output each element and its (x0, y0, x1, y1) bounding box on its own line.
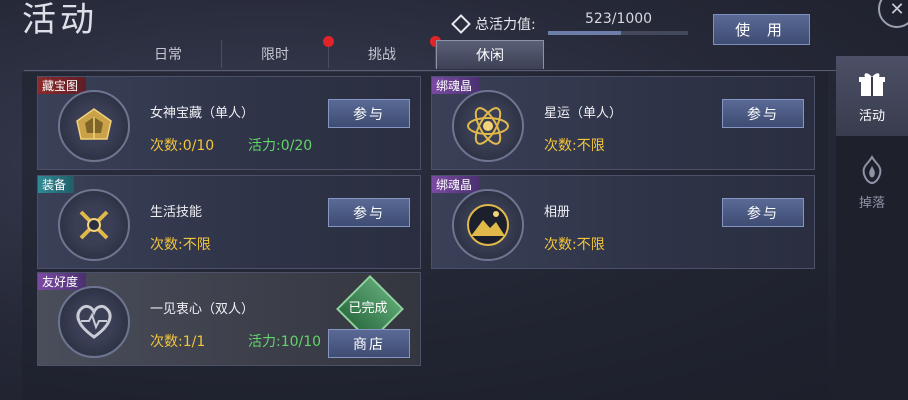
activity-tag: 藏宝图 (38, 77, 87, 94)
shop-button[interactable]: 商店 (328, 329, 410, 358)
crossed-tools-icon (79, 210, 109, 240)
side-nav-label: 活动 (858, 108, 885, 124)
activity-icon-ring (452, 90, 524, 162)
tab-bar: 日常 限时 挑战 休闲 (115, 36, 544, 70)
activity-tag: 友好度 (38, 273, 87, 290)
heart-icon (76, 304, 112, 339)
join-button[interactable]: 参与 (722, 198, 804, 227)
tab-challenge[interactable]: 挑战 (329, 36, 441, 68)
activity-count: 次数:1/1 (150, 334, 206, 350)
side-nav-activity[interactable]: 活动 (836, 56, 908, 136)
activity-tag: 绑魂晶 (432, 176, 481, 193)
join-button[interactable]: 参与 (328, 99, 410, 128)
activity-count: 次数:不限 (150, 237, 211, 253)
mountain-photo-icon (467, 204, 509, 246)
vitality-value: 523/1000 (585, 11, 653, 27)
activity-icon-ring (452, 189, 524, 261)
completed-badge: 已完成 (336, 275, 404, 343)
side-nav-label: 掉落 (858, 195, 885, 211)
tab-leisure[interactable]: 休闲 (436, 40, 544, 69)
tab-label: 休闲 (476, 48, 504, 64)
activity-panel: 藏宝图 女神宝藏（单人） 次数:0/10 活力:0/20 参与 绑魂晶 星运（单… (22, 72, 828, 400)
use-button[interactable]: 使 用 (713, 14, 810, 45)
activity-card-first-sight: 友好度 一见衷心（双人） 次数:1/1 活力:10/10 已完成 商店 (37, 272, 421, 366)
activity-vitality: 活力:10/10 (248, 334, 322, 350)
activity-name: 一见衷心（双人） (150, 302, 255, 317)
activity-count: 次数:0/10 (150, 138, 215, 154)
activity-icon-ring (58, 90, 130, 162)
tab-divider (24, 70, 836, 71)
tab-label: 日常 (154, 47, 182, 63)
side-nav: 活动 掉落 (836, 56, 908, 400)
tab-limited[interactable]: 限时 (222, 36, 334, 68)
treasure-chest-icon (76, 108, 112, 140)
activity-icon-ring (58, 286, 130, 358)
completed-label: 已完成 (348, 301, 388, 316)
tab-daily[interactable]: 日常 (115, 40, 222, 68)
activity-name: 相册 (544, 205, 571, 220)
activity-tag: 绑魂晶 (432, 77, 481, 94)
activity-name: 生活技能 (150, 205, 203, 220)
activity-card-life-skills: 装备 生活技能 次数:不限 参与 (37, 175, 421, 269)
atom-star-icon (467, 107, 509, 145)
activity-count: 次数:不限 (544, 138, 605, 154)
vitality-label: 总活力值: (451, 14, 536, 34)
activity-card-album: 绑魂晶 相册 次数:不限 参与 (431, 175, 815, 269)
diamond-icon (451, 14, 471, 34)
activity-icon-ring (58, 189, 130, 261)
side-nav-drop[interactable]: 掉落 (836, 142, 908, 222)
activity-vitality: 活力:0/20 (248, 138, 313, 154)
activity-name: 女神宝藏（单人） (150, 106, 255, 121)
vitality-bar-fill (548, 31, 622, 35)
join-button[interactable]: 参与 (722, 99, 804, 128)
gift-icon (859, 72, 885, 96)
activity-card-star-fortune: 绑魂晶 星运（单人） 次数:不限 参与 (431, 76, 815, 170)
close-button[interactable]: ✕ (878, 0, 908, 28)
activity-count: 次数:不限 (544, 237, 605, 253)
vitality-bar (548, 31, 688, 35)
tab-label: 限时 (261, 47, 289, 63)
activity-card-goddess-treasure: 藏宝图 女神宝藏（单人） 次数:0/10 活力:0/20 参与 (37, 76, 421, 170)
page-title: 活动 (22, 0, 98, 40)
close-icon: ✕ (889, 0, 905, 20)
activity-tag: 装备 (38, 176, 75, 193)
tab-label: 挑战 (368, 47, 396, 63)
join-button[interactable]: 参与 (328, 198, 410, 227)
vitality-label-text: 总活力值: (475, 17, 536, 33)
activity-name: 星运（单人） (544, 106, 623, 121)
flame-emblem-icon (862, 154, 882, 184)
